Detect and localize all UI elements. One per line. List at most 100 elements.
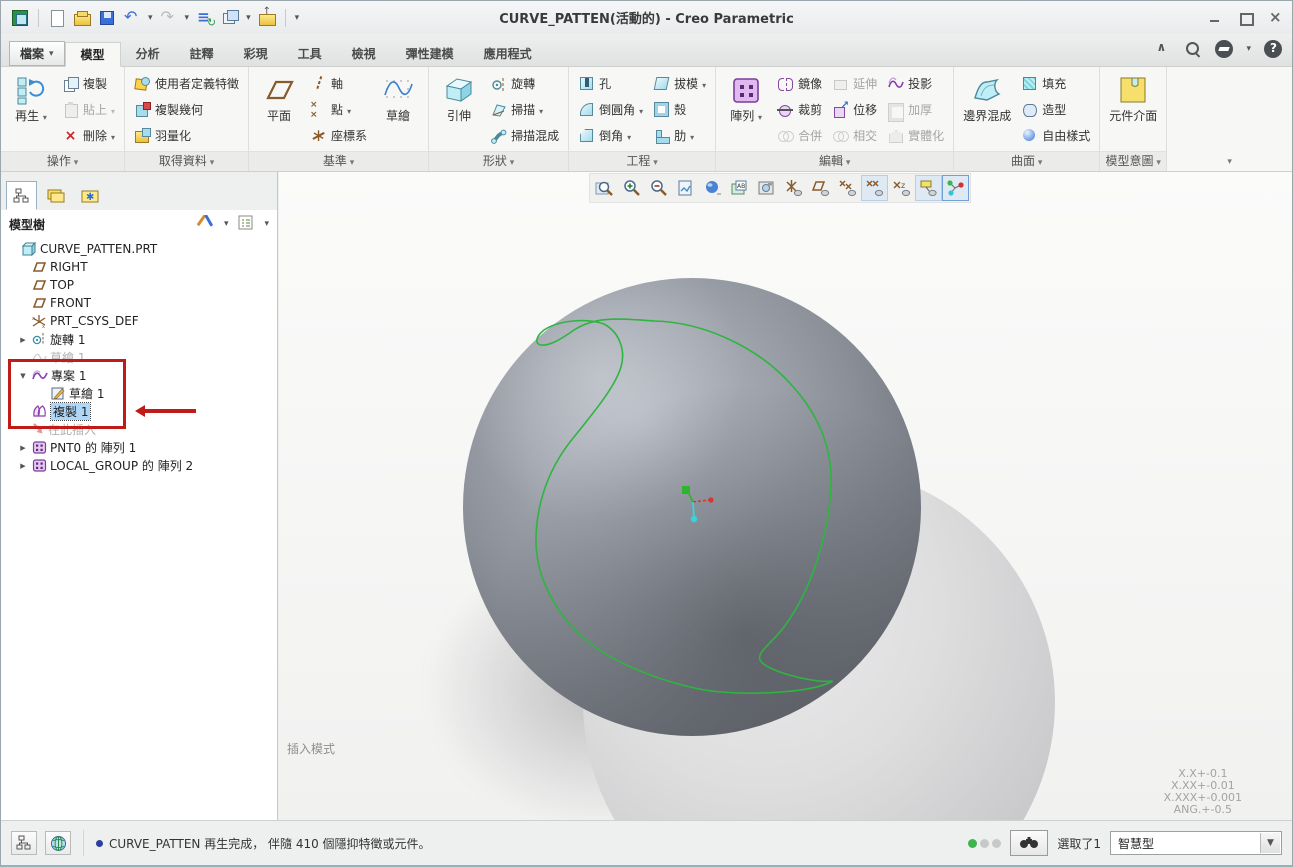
- close-button[interactable]: [1268, 12, 1282, 24]
- group-label-model-intent[interactable]: 模型意圖: [1100, 151, 1166, 171]
- saved-views-button[interactable]: AB: [726, 175, 753, 201]
- boundary-blend-button[interactable]: 邊界混成: [959, 70, 1015, 149]
- new-file-icon[interactable]: [48, 9, 66, 27]
- shrinkwrap-button[interactable]: 羽量化: [130, 123, 243, 148]
- view-manager-button[interactable]: [753, 175, 780, 201]
- zoom-out-button[interactable]: [645, 175, 672, 201]
- chamfer-button[interactable]: 倒角: [574, 123, 647, 148]
- group-label-engineering[interactable]: 工程: [569, 151, 715, 171]
- zoom-fit-button[interactable]: [591, 175, 618, 201]
- tree-item-front[interactable]: FRONT: [1, 294, 277, 312]
- undo-dropdown-icon[interactable]: [148, 13, 153, 23]
- delete-button[interactable]: ×刪除: [58, 123, 119, 148]
- customize-qat-icon[interactable]: [295, 13, 300, 23]
- group-label-get-data[interactable]: 取得資料: [125, 151, 248, 171]
- pattern-button[interactable]: 陣列: [721, 70, 771, 149]
- undo-icon[interactable]: [123, 9, 141, 27]
- collapse-ribbon-icon[interactable]: [1153, 40, 1171, 58]
- tab-flexible-modeling[interactable]: 彈性建模: [391, 41, 469, 66]
- tab-applications[interactable]: 應用程式: [469, 41, 547, 66]
- collapse-icon[interactable]: [17, 371, 29, 380]
- tab-tools[interactable]: 工具: [283, 41, 337, 66]
- tree-item-project[interactable]: 專案 1: [1, 366, 277, 384]
- regenerate-button[interactable]: 再生: [6, 70, 56, 149]
- expand-icon[interactable]: [17, 443, 29, 452]
- datum-point-button[interactable]: 點: [306, 97, 371, 122]
- tree-item-sketch-child[interactable]: 草繪 1: [1, 384, 277, 402]
- tree-item-insert-here[interactable]: 在此插入: [1, 420, 277, 438]
- save-icon[interactable]: [98, 9, 116, 27]
- close-window-icon[interactable]: [258, 9, 276, 27]
- fill-button[interactable]: 填充: [1017, 71, 1094, 96]
- annotation-elements-display-button[interactable]: z: [888, 175, 915, 201]
- expand-icon[interactable]: [17, 335, 29, 344]
- tree-item-revolve[interactable]: 旋轉 1: [1, 330, 277, 348]
- learning-center-icon[interactable]: [1215, 40, 1233, 58]
- minimize-button[interactable]: [1208, 12, 1222, 24]
- shell-button[interactable]: 殼: [649, 97, 710, 122]
- round-button[interactable]: 倒圓角: [574, 97, 647, 122]
- tree-show-icon[interactable]: [238, 215, 254, 234]
- toggle-browser-button[interactable]: [45, 831, 71, 855]
- model-tree-tab[interactable]: [6, 181, 37, 210]
- tree-item-copy-selected[interactable]: 複製 1: [1, 402, 277, 420]
- open-file-icon[interactable]: [73, 9, 91, 27]
- trim-button[interactable]: 裁剪: [773, 97, 826, 122]
- tab-annotate[interactable]: 註釋: [175, 41, 229, 66]
- tree-item-pattern1[interactable]: PNT0 的 陣列 1: [1, 438, 277, 456]
- tree-settings-icon[interactable]: [197, 215, 214, 234]
- copy-geometry-button[interactable]: 複製幾何: [130, 97, 243, 122]
- repaint-button[interactable]: [672, 175, 699, 201]
- hole-button[interactable]: 孔: [574, 71, 647, 96]
- tree-item-sketch-suppressed[interactable]: 草繪 1: [1, 348, 277, 366]
- mirror-button[interactable]: 鏡像: [773, 71, 826, 96]
- csys-display-button[interactable]: [861, 175, 888, 201]
- tree-item-top[interactable]: TOP: [1, 276, 277, 294]
- datum-points-display-button[interactable]: [834, 175, 861, 201]
- regenerate-icon[interactable]: [196, 9, 214, 27]
- datum-planes-display-button[interactable]: [807, 175, 834, 201]
- tree-item-csys[interactable]: xx PRT_CSYS_DEF: [1, 312, 277, 330]
- selection-filter-dropdown[interactable]: 智慧型: [1110, 831, 1282, 855]
- zoom-in-button[interactable]: [618, 175, 645, 201]
- datum-plane-button[interactable]: 平面: [254, 70, 304, 149]
- maximize-button[interactable]: [1238, 12, 1252, 24]
- tab-view[interactable]: 檢視: [337, 41, 391, 66]
- group-label-shapes[interactable]: 形狀: [429, 151, 568, 171]
- learning-dropdown-icon[interactable]: [1246, 44, 1251, 54]
- tree-show-dropdown-icon[interactable]: [264, 219, 269, 229]
- group-label-operations[interactable]: 操作: [1, 151, 124, 171]
- project-button[interactable]: 投影: [883, 71, 948, 96]
- help-icon[interactable]: [1264, 40, 1282, 58]
- tree-item-right[interactable]: RIGHT: [1, 258, 277, 276]
- spin-center-button[interactable]: [942, 175, 969, 201]
- sweep-button[interactable]: 掃描: [486, 97, 563, 122]
- group-label-surfaces[interactable]: 曲面: [954, 151, 1099, 171]
- offset-button[interactable]: 位移: [828, 97, 881, 122]
- datum-csys-button[interactable]: 座標系: [306, 123, 371, 148]
- revolve-button[interactable]: 旋轉: [486, 71, 563, 96]
- rib-button[interactable]: 肋: [649, 123, 710, 148]
- tree-settings-dropdown-icon[interactable]: [224, 219, 229, 229]
- find-button[interactable]: [1010, 830, 1048, 856]
- window-dropdown-icon[interactable]: [246, 13, 251, 23]
- group-label-editing[interactable]: 編輯: [716, 151, 953, 171]
- udf-button[interactable]: 使用者定義特徵: [130, 71, 243, 96]
- group-label-datum[interactable]: 基準: [249, 151, 428, 171]
- tab-analysis[interactable]: 分析: [121, 41, 175, 66]
- window-switch-icon[interactable]: [221, 9, 239, 27]
- datum-axes-display-button[interactable]: [780, 175, 807, 201]
- file-menu-button[interactable]: 檔案: [9, 41, 65, 66]
- tree-item-pattern2[interactable]: LOCAL_GROUP 的 陣列 2: [1, 456, 277, 474]
- display-style-button[interactable]: [699, 175, 726, 201]
- draft-button[interactable]: 拔模: [649, 71, 710, 96]
- component-interface-button[interactable]: 元件介面: [1105, 70, 1161, 149]
- extrude-button[interactable]: 引伸: [434, 70, 484, 149]
- favorites-tab[interactable]: ✱: [74, 181, 105, 210]
- filter-dropdown-icon[interactable]: [1260, 833, 1280, 853]
- tab-render[interactable]: 彩現: [229, 41, 283, 66]
- expand-icon[interactable]: [17, 461, 29, 470]
- command-search-icon[interactable]: [1184, 40, 1202, 58]
- style-button[interactable]: 造型: [1017, 97, 1094, 122]
- tag-display-button[interactable]: [915, 175, 942, 201]
